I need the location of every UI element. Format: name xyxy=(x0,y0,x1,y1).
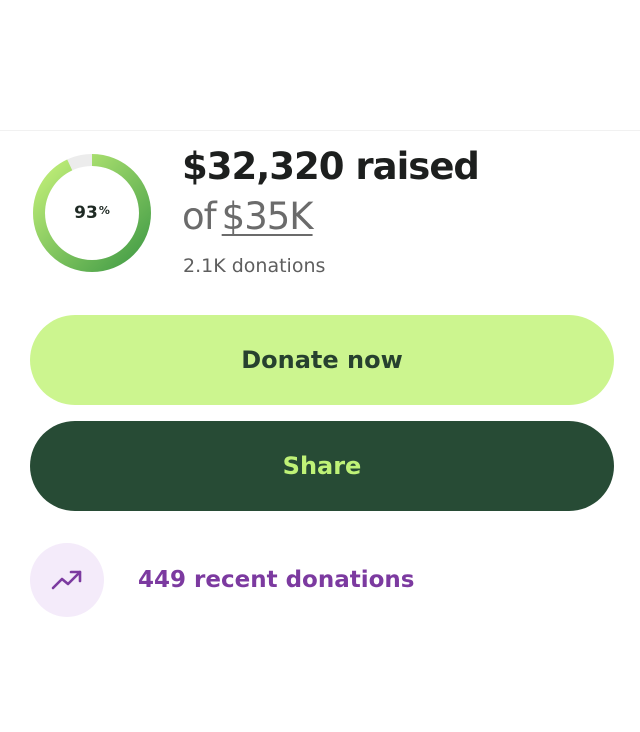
progress-ring: 93% xyxy=(30,151,154,275)
progress-percent-label: 93% xyxy=(30,151,154,275)
recent-donations-label: 449 recent donations xyxy=(138,567,415,593)
top-blank-area xyxy=(0,0,640,130)
progress-percent-sign: % xyxy=(98,203,110,217)
share-button[interactable]: Share xyxy=(30,421,614,511)
donations-count: 2.1K donations xyxy=(183,255,326,277)
goal-line: of $35K xyxy=(182,195,314,238)
recent-donations-link[interactable]: 449 recent donations xyxy=(30,543,414,617)
amount-raised: $32,320 raised xyxy=(182,145,480,188)
trending-up-icon xyxy=(30,543,104,617)
trending-up-icon-svg xyxy=(51,570,82,590)
donate-now-button[interactable]: Donate now xyxy=(30,315,614,405)
goal-prefix: of xyxy=(182,195,217,238)
progress-percent-number: 93 xyxy=(74,203,98,223)
goal-amount-link[interactable]: $35K xyxy=(222,195,314,238)
fundraiser-summary-card: 93% $32,320 raised of $35K 2.1K donations… xyxy=(0,131,640,732)
